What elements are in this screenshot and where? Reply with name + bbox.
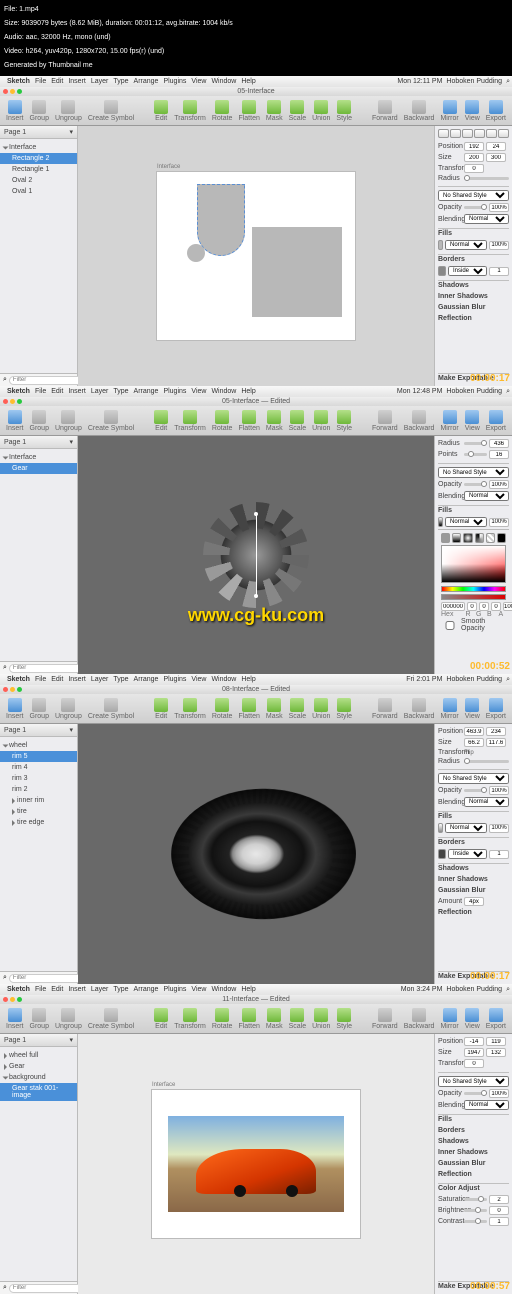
frame-1: Sketch File Edit Insert Layer Type Arran…	[0, 76, 512, 386]
forward-button[interactable]: Forward	[370, 100, 400, 122]
color-field[interactable]	[441, 545, 506, 583]
menu-item[interactable]: View	[191, 78, 206, 85]
user-name[interactable]: Hoboken Pudding	[446, 78, 502, 85]
alpha-slider[interactable]	[441, 594, 506, 600]
frame-4: Sketch FileEditInsertLayerTypeArrangePlu…	[0, 984, 512, 1294]
canvas[interactable]: www.cg-ku.com	[78, 436, 434, 674]
border-swatch[interactable]	[438, 266, 446, 276]
audio-line: Audio: aac, 32000 Hz, mono (und)	[4, 31, 508, 45]
group-button[interactable]: Group	[28, 100, 51, 122]
fills-header: Fills	[438, 228, 509, 238]
rotation[interactable]	[464, 164, 484, 173]
flat-fill-icon[interactable]	[441, 533, 450, 543]
size-line: Size: 9039079 bytes (8.62 MiB), duration…	[4, 17, 508, 31]
filter-input[interactable]	[9, 376, 84, 385]
menu-item[interactable]: File	[35, 78, 46, 85]
layer-item[interactable]: Rectangle 1	[0, 164, 77, 175]
angular-gradient-icon[interactable]	[475, 533, 484, 543]
menu-item[interactable]: Plugins	[163, 78, 186, 85]
align-middle-icon[interactable]	[486, 129, 497, 138]
traffic-lights[interactable]	[3, 89, 22, 94]
backward-button[interactable]: Backward	[402, 100, 437, 122]
mirror-button[interactable]: Mirror	[438, 100, 460, 122]
canvas[interactable]: Interface	[78, 126, 434, 386]
align-right-icon[interactable]	[462, 129, 473, 138]
hue-slider[interactable]	[441, 586, 506, 592]
layer-item[interactable]: Rectangle 2	[0, 153, 77, 164]
pos-y[interactable]	[486, 142, 506, 151]
style-button[interactable]: Style	[334, 100, 354, 122]
tire-shape[interactable]	[171, 783, 356, 925]
window-title: 05-Interface	[237, 88, 274, 95]
scale-button[interactable]: Scale	[287, 100, 309, 122]
view-button[interactable]: View	[463, 100, 482, 122]
timestamp: 00:00:17	[470, 373, 510, 384]
color-picker[interactable]: Hex R G B A Smooth Opacity	[438, 529, 509, 609]
style-select[interactable]: No Shared Style	[438, 190, 509, 201]
ungroup-button[interactable]: Ungroup	[53, 100, 84, 122]
artboard-label: Interface	[157, 164, 180, 170]
menu-item[interactable]: Insert	[68, 78, 86, 85]
noise-fill-icon[interactable]	[497, 533, 506, 543]
menu-item[interactable]: Arrange	[134, 78, 159, 85]
layer-item[interactable]: Oval 2	[0, 175, 77, 186]
radius-slider[interactable]	[464, 177, 509, 180]
export-button[interactable]: Export	[484, 100, 508, 122]
layers-panel: Page 1▾ Interface Rectangle 2 Rectangle …	[0, 126, 78, 386]
layer-group[interactable]: Interface	[0, 142, 77, 153]
radial-gradient-icon[interactable]	[463, 533, 472, 543]
toolbar: Insert Group Ungroup Create Symbol Edit …	[0, 96, 512, 126]
pattern-fill-icon[interactable]	[486, 533, 495, 543]
mask-button[interactable]: Mask	[264, 100, 285, 122]
gear-shape[interactable]	[211, 510, 301, 600]
blend-select[interactable]: Normal	[464, 214, 509, 224]
file-line: File: 1.mp4	[4, 3, 508, 17]
car-image[interactable]	[166, 1114, 346, 1214]
frame-3: Sketch FileEditInsertLayerTypeArrangePlu…	[0, 674, 512, 984]
clock[interactable]: Mon 12:11 PM	[397, 78, 442, 85]
menu-item[interactable]: Type	[113, 78, 128, 85]
page-selector[interactable]: Page 1▾	[0, 126, 77, 139]
window-titlebar[interactable]: 05-Interface	[0, 87, 512, 96]
rotate-button[interactable]: Rotate	[210, 100, 235, 122]
menu-item[interactable]: Layer	[91, 78, 109, 85]
linear-gradient-icon[interactable]	[452, 533, 461, 543]
transform-button[interactable]: Transform	[172, 100, 208, 122]
inspector: Position Size Transform Radius No Shared…	[434, 126, 512, 386]
menu-item[interactable]: Edit	[51, 78, 63, 85]
create-symbol-button[interactable]: Create Symbol	[86, 100, 136, 122]
size-w[interactable]	[464, 153, 484, 162]
opacity-slider[interactable]	[464, 206, 487, 209]
menu-bar[interactable]: Sketch FileEditInsertLayerTypeArrangePlu…	[0, 386, 512, 397]
video-info-header: File: 1.mp4 Size: 9039079 bytes (8.62 Mi…	[0, 0, 512, 76]
insert-button[interactable]: Insert	[4, 100, 26, 122]
layer-item[interactable]: Oval 1	[0, 186, 77, 197]
frame-2: Sketch FileEditInsertLayerTypeArrangePlu…	[0, 386, 512, 674]
menu-bar[interactable]: Sketch File Edit Insert Layer Type Arran…	[0, 76, 512, 87]
pos-x[interactable]	[464, 142, 484, 151]
flatten-button[interactable]: Flatten	[236, 100, 261, 122]
watermark: www.cg-ku.com	[188, 605, 324, 626]
edit-button[interactable]: Edit	[152, 100, 170, 122]
menu-item[interactable]: Help	[241, 78, 255, 85]
search-icon: ⌕	[3, 376, 7, 384]
video-line: Video: h264, yuv420p, 1280x720, 15.00 fp…	[4, 45, 508, 59]
size-h[interactable]	[486, 153, 506, 162]
spotlight-icon[interactable]: ⌕	[506, 78, 510, 86]
menu-app[interactable]: Sketch	[7, 78, 30, 85]
generated-line: Generated by Thumbnail me	[4, 59, 508, 73]
union-button[interactable]: Union	[310, 100, 332, 122]
align-top-icon[interactable]	[474, 129, 485, 138]
align-center-icon[interactable]	[450, 129, 461, 138]
align-bottom-icon[interactable]	[498, 129, 509, 138]
fill-swatch[interactable]	[438, 240, 443, 250]
align-left-icon[interactable]	[438, 129, 449, 138]
borders-header: Borders	[438, 254, 509, 264]
menu-item[interactable]: Window	[211, 78, 236, 85]
